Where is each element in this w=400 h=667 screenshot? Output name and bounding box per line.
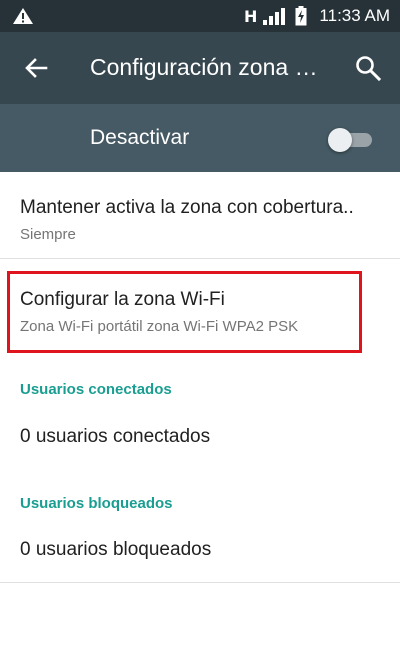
pref-keep-active[interactable]: Mantener activa la zona con cobertura.. …	[20, 197, 385, 243]
arrow-back-icon[interactable]	[22, 54, 50, 82]
blocked-users-item[interactable]: 0 usuarios bloqueados	[20, 539, 385, 561]
hotspot-switch-bar[interactable]: Desactivar	[0, 104, 400, 172]
clock: 11:33 AM	[319, 6, 390, 25]
divider	[0, 582, 400, 583]
connected-users-item[interactable]: 0 usuarios conectados	[20, 426, 385, 448]
warning-icon	[13, 8, 33, 24]
page-title: Configuración zona Wi-Fi	[90, 54, 335, 80]
divider	[0, 258, 400, 259]
highlight-box	[7, 271, 362, 353]
search-icon[interactable]	[354, 54, 382, 82]
network-type-label: H	[244, 6, 258, 26]
hotspot-toggle[interactable]	[328, 128, 372, 152]
battery-charging-icon	[295, 6, 307, 26]
blocked-users-value: 0 usuarios bloqueados	[20, 539, 212, 560]
app-bar: Configuración zona Wi-Fi	[0, 32, 400, 104]
connected-users-value: 0 usuarios conectados	[20, 426, 211, 447]
section-header-blocked: Usuarios bloqueados	[20, 495, 173, 512]
signal-icon	[263, 8, 286, 25]
toggle-thumb	[328, 128, 352, 152]
pref-keep-active-summary: Siempre	[20, 226, 76, 243]
section-header-connected: Usuarios conectados	[20, 381, 172, 398]
status-bar: H 11:33 AM	[0, 0, 400, 32]
hotspot-switch-label: Desactivar	[90, 126, 190, 149]
pref-keep-active-title: Mantener activa la zona con cobertura..	[20, 197, 354, 218]
